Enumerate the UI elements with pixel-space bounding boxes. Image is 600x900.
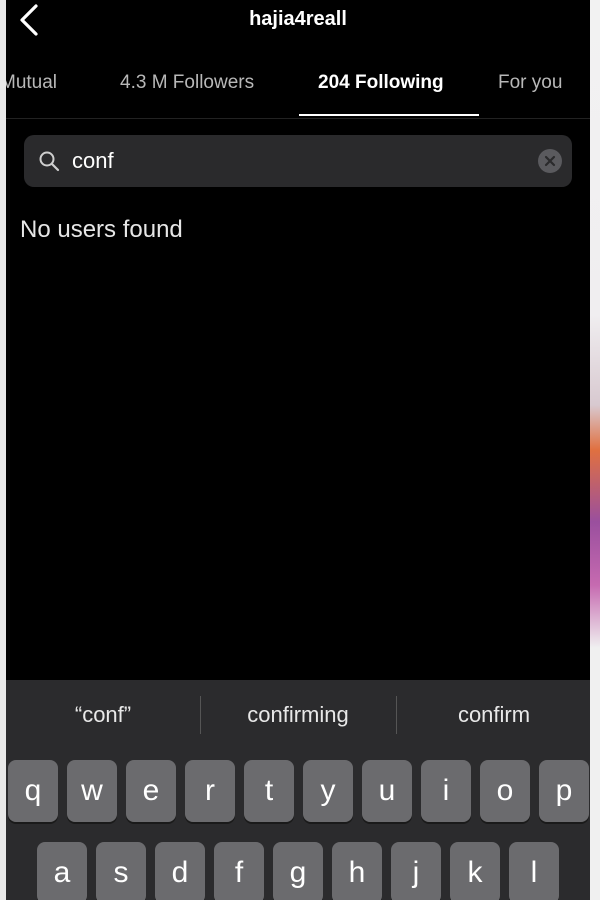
key-o[interactable]: o (480, 760, 530, 822)
key-f[interactable]: f (214, 842, 264, 900)
clear-search-button[interactable] (538, 149, 562, 173)
search-icon (39, 151, 60, 172)
key-w[interactable]: w (67, 760, 117, 822)
key-s[interactable]: s (96, 842, 146, 900)
tab-following[interactable]: 204 Following (318, 72, 444, 94)
key-i[interactable]: i (421, 760, 471, 822)
key-l[interactable]: l (509, 842, 559, 900)
key-r[interactable]: r (185, 760, 235, 822)
key-u[interactable]: u (362, 760, 412, 822)
key-d[interactable]: d (155, 842, 205, 900)
key-q[interactable]: q (8, 760, 58, 822)
page-title: hajia4reall (249, 8, 347, 30)
key-h[interactable]: h (332, 842, 382, 900)
search-input[interactable] (72, 145, 522, 177)
active-tab-indicator (299, 114, 479, 116)
phone-screen: hajia4reall Mutual 4.3 M Followers 204 F… (6, 0, 590, 900)
key-e[interactable]: e (126, 760, 176, 822)
key-t[interactable]: t (244, 760, 294, 822)
tab-mutual[interactable]: Mutual (6, 72, 57, 94)
right-edge (590, 0, 600, 900)
tab-followers[interactable]: 4.3 M Followers (120, 72, 254, 94)
tab-bar: Mutual 4.3 M Followers 204 Following For… (6, 58, 590, 119)
key-p[interactable]: p (539, 760, 589, 822)
key-k[interactable]: k (450, 842, 500, 900)
on-screen-keyboard: “conf” confirming confirm q w e r t y u … (6, 680, 590, 900)
tab-for-you[interactable]: For you (498, 72, 562, 94)
suggestion-item[interactable]: confirming (201, 702, 395, 728)
suggestion-item[interactable]: “conf” (6, 702, 200, 728)
tab-for-you-label: For you (498, 72, 563, 93)
search-bar (24, 135, 572, 187)
suggestion-item[interactable]: confirm (397, 702, 590, 728)
key-j[interactable]: j (391, 842, 441, 900)
tab-followers-label: 4.3 M Followers (120, 72, 255, 93)
empty-results-message: No users found (20, 216, 183, 243)
tab-following-label: 204 Following (318, 72, 444, 93)
close-icon (544, 155, 556, 167)
tab-mutual-label: Mutual (6, 72, 58, 93)
suggestion-bar: “conf” confirming confirm (6, 680, 590, 758)
header: hajia4reall (6, 0, 590, 40)
key-y[interactable]: y (303, 760, 353, 822)
key-g[interactable]: g (273, 842, 323, 900)
key-a[interactable]: a (37, 842, 87, 900)
